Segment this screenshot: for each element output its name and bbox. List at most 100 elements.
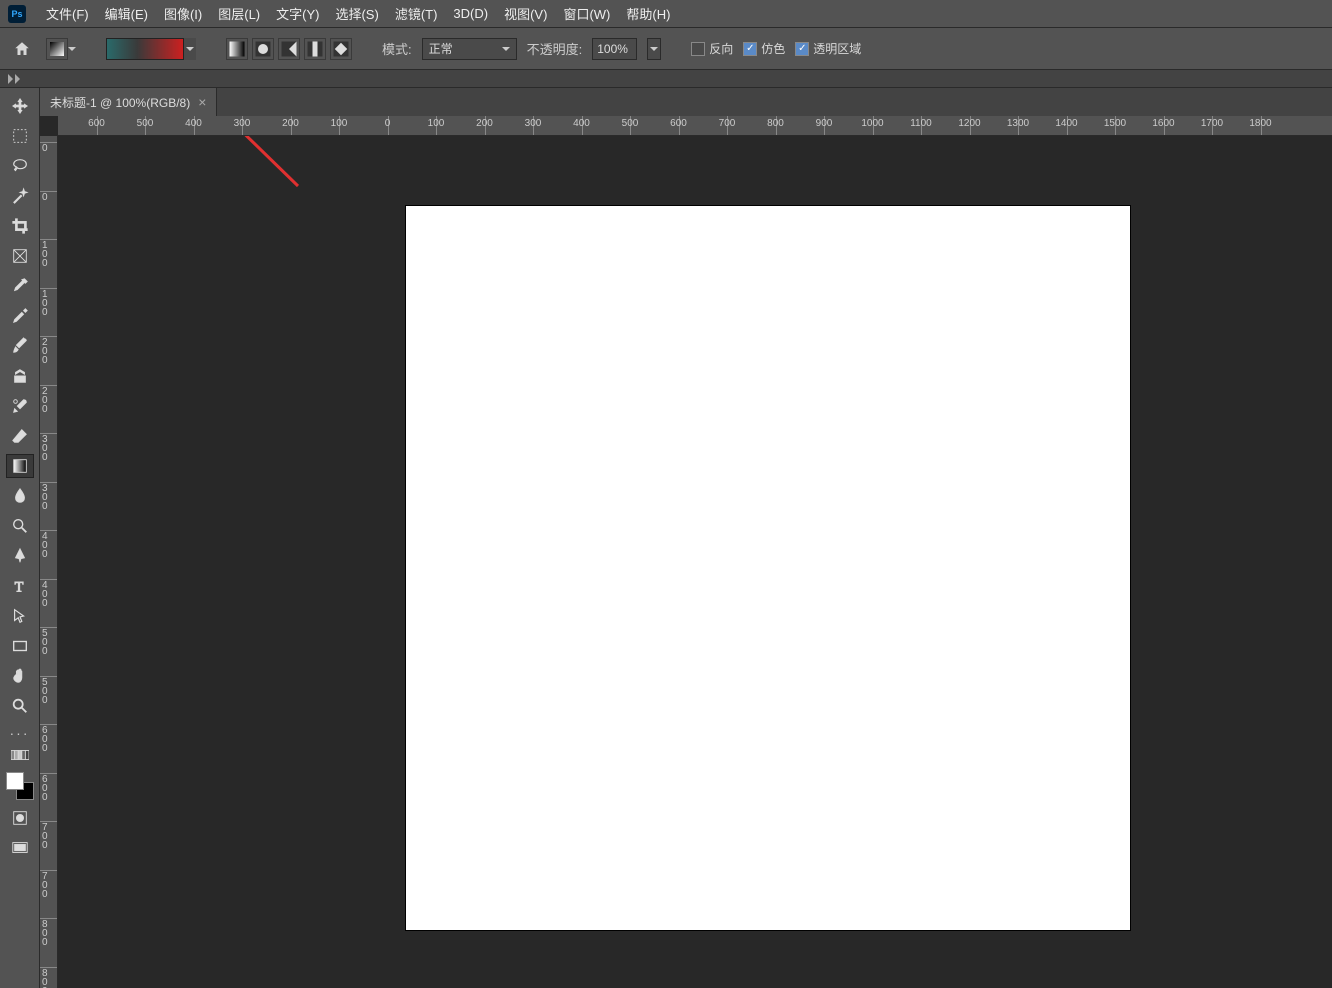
toolbox: T ··· — [0, 88, 40, 988]
opacity-value: 100% — [597, 42, 628, 56]
ruler-tick-label: 200 — [282, 118, 299, 129]
quick-mask-tool[interactable] — [6, 806, 34, 830]
dither-checkbox[interactable]: 仿色 — [743, 40, 785, 57]
dodge-tool[interactable] — [6, 514, 34, 538]
options-bar: 模式: 正常 不透明度: 100% 反向 仿色 透明区域 — [0, 28, 1332, 70]
ruler-tick-label: 1300 — [1007, 118, 1029, 129]
menu-view[interactable]: 视图(V) — [496, 0, 555, 27]
clone-stamp-tool[interactable] — [6, 364, 34, 388]
screen-mode-tool[interactable] — [6, 836, 34, 860]
history-brush-tool[interactable] — [6, 394, 34, 418]
ruler-tick-label: 600 — [670, 118, 687, 129]
menu-3d[interactable]: 3D(D) — [445, 2, 496, 25]
menu-layer[interactable]: 图层(L) — [210, 0, 268, 27]
brush-tool[interactable] — [6, 334, 34, 358]
frame-tool[interactable] — [6, 244, 34, 268]
canvas[interactable] — [406, 206, 1130, 930]
reverse-label: 反向 — [709, 40, 733, 57]
menu-window[interactable]: 窗口(W) — [555, 0, 618, 27]
ruler-tick-label: 6 0 0 — [42, 726, 54, 753]
path-selection-tool[interactable] — [6, 604, 34, 628]
menu-select[interactable]: 选择(S) — [327, 0, 386, 27]
tool-preset-dropdown[interactable] — [68, 45, 76, 53]
gradient-preview[interactable] — [106, 38, 184, 60]
gradient-diamond-button[interactable] — [330, 38, 352, 60]
menu-filter[interactable]: 滤镜(T) — [387, 0, 446, 27]
ruler-tick-label: 5 0 0 — [42, 629, 54, 656]
ruler-tick-label: 0 — [385, 118, 391, 129]
mode-label: 模式: — [382, 39, 412, 58]
menu-file[interactable]: 文件(F) — [38, 0, 97, 27]
type-tool[interactable]: T — [6, 574, 34, 598]
document-tab-title: 未标题-1 @ 100%(RGB/8) — [50, 94, 190, 111]
gradient-tool[interactable] — [6, 454, 34, 478]
gradient-radial-button[interactable] — [252, 38, 274, 60]
ruler-tick-label: 900 — [816, 118, 833, 129]
eyedropper-tool[interactable] — [6, 274, 34, 298]
ruler-tick-label: 500 — [622, 118, 639, 129]
horizontal-ruler[interactable]: 0600500400300200100010020030040050060070… — [58, 116, 1332, 136]
ruler-tick-label: 6 0 0 — [42, 775, 54, 802]
ruler-tick-label: 1400 — [1055, 118, 1077, 129]
menu-edit[interactable]: 编辑(E) — [97, 0, 156, 27]
blend-mode-select[interactable]: 正常 — [422, 38, 517, 60]
ruler-tick-label: 1 0 0 — [42, 241, 54, 268]
blur-tool[interactable] — [6, 484, 34, 508]
hand-tool[interactable] — [6, 664, 34, 688]
ruler-tick-label: 800 — [767, 118, 784, 129]
marquee-tool[interactable] — [6, 124, 34, 148]
opacity-dropdown[interactable] — [647, 38, 661, 60]
foreground-background-swatch[interactable] — [6, 772, 34, 800]
vertical-ruler[interactable]: 001 0 01 0 02 0 02 0 03 0 03 0 04 0 04 0… — [40, 136, 58, 988]
healing-brush-tool[interactable] — [6, 304, 34, 328]
foreground-color-swatch[interactable] — [6, 772, 24, 790]
gradient-type-group — [226, 38, 352, 60]
ruler-tick-label: 300 — [525, 118, 542, 129]
close-icon[interactable]: × — [198, 94, 206, 110]
ruler-tick-label: 700 — [719, 118, 736, 129]
ruler-tick-label: 1100 — [910, 118, 932, 129]
magic-wand-tool[interactable] — [6, 184, 34, 208]
ruler-tick-label: 1200 — [958, 118, 980, 129]
zoom-tool[interactable] — [6, 694, 34, 718]
ruler-tick-label: 5 0 0 — [42, 678, 54, 705]
gradient-linear-button[interactable] — [226, 38, 248, 60]
lasso-tool[interactable] — [6, 154, 34, 178]
checkbox-icon — [691, 42, 705, 56]
ruler-tick-label: 0 — [42, 144, 54, 153]
ruler-tick-label: 600 — [88, 118, 105, 129]
crop-tool[interactable] — [6, 214, 34, 238]
document-tab[interactable]: 未标题-1 @ 100%(RGB/8) × — [40, 88, 217, 116]
ruler-tick-label: 400 — [185, 118, 202, 129]
checkbox-icon — [743, 42, 757, 56]
menu-image[interactable]: 图像(I) — [156, 0, 210, 27]
gradient-angle-button[interactable] — [278, 38, 300, 60]
ruler-tick-label: 2 0 0 — [42, 338, 54, 365]
rectangle-tool[interactable] — [6, 634, 34, 658]
app-logo: Ps — [8, 5, 26, 23]
menu-bar: Ps 文件(F) 编辑(E) 图像(I) 图层(L) 文字(Y) 选择(S) 滤… — [0, 0, 1332, 28]
move-tool[interactable] — [6, 94, 34, 118]
collapse-strip[interactable] — [0, 70, 1332, 88]
eraser-tool[interactable] — [6, 424, 34, 448]
ruler-tick-label: 2 0 0 — [42, 387, 54, 414]
gradient-reflected-button[interactable] — [304, 38, 326, 60]
canvas-viewport[interactable] — [58, 136, 1332, 988]
ruler-tick-label: 3 0 0 — [42, 435, 54, 462]
menu-type[interactable]: 文字(Y) — [268, 0, 327, 27]
gradient-picker-dropdown[interactable] — [184, 38, 196, 60]
menu-help[interactable]: 帮助(H) — [618, 0, 678, 27]
opacity-input[interactable]: 100% — [592, 38, 637, 60]
document-area: 未标题-1 @ 100%(RGB/8) × 060050040030020010… — [40, 88, 1332, 988]
ruler-tick-label: 300 — [234, 118, 251, 129]
tool-preset-button[interactable] — [46, 38, 68, 60]
pen-tool[interactable] — [6, 544, 34, 568]
ruler-tick-label: 8 0 0 — [42, 969, 54, 988]
edit-toolbar-button[interactable]: ··· — [6, 724, 34, 742]
main-area: T ··· 未标题-1 @ 100%(RGB/8) × 0 600 500 400 30… — [0, 88, 1332, 988]
checkbox-icon — [795, 42, 809, 56]
color-theme-tool[interactable] — [6, 748, 34, 762]
home-button[interactable] — [8, 35, 36, 63]
transparency-checkbox[interactable]: 透明区域 — [795, 40, 861, 57]
reverse-checkbox[interactable]: 反向 — [691, 40, 733, 57]
